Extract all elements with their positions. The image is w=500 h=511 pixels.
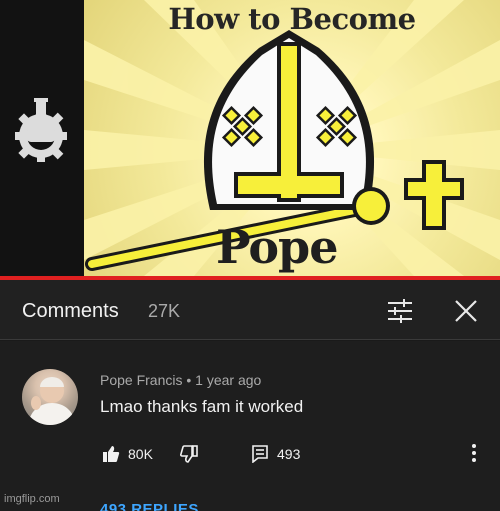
close-icon[interactable] bbox=[452, 297, 480, 325]
sliders-icon[interactable] bbox=[386, 298, 414, 324]
more-vert-icon[interactable] bbox=[466, 441, 482, 465]
watermark: imgflip.com bbox=[4, 493, 60, 505]
like-count: 80K bbox=[128, 446, 153, 462]
video-player[interactable]: How to Become Pope bbox=[0, 0, 500, 280]
reply-icon bbox=[252, 445, 268, 463]
thumbnail-title: How to Become bbox=[168, 2, 416, 36]
comments-title: Comments bbox=[22, 300, 119, 322]
video-thumbnail[interactable]: How to Become Pope bbox=[84, 0, 500, 276]
view-replies-link[interactable]: 493 REPLIES bbox=[100, 501, 199, 511]
comments-count: 27K bbox=[148, 301, 181, 321]
thumbs-down-icon bbox=[180, 445, 198, 463]
comment-meta: Pope Francis • 1 year ago bbox=[100, 372, 261, 388]
comments-header: Comments 27K bbox=[0, 280, 500, 340]
meta-separator: • bbox=[186, 372, 192, 388]
comment-text: Lmao thanks fam it worked bbox=[100, 397, 304, 416]
comment-time: 1 year ago bbox=[195, 372, 262, 388]
avatar-portrait bbox=[28, 377, 76, 425]
reply-button[interactable]: 493 bbox=[251, 443, 300, 465]
comment-item: Pope Francis • 1 year ago Lmao thanks fa… bbox=[0, 341, 500, 511]
like-button[interactable]: 80K bbox=[102, 443, 153, 465]
avatar[interactable] bbox=[22, 369, 78, 425]
gear-flask-icon bbox=[15, 98, 67, 162]
comment-author[interactable]: Pope Francis bbox=[100, 372, 182, 388]
reply-count: 493 bbox=[277, 446, 301, 462]
dislike-button[interactable] bbox=[180, 443, 198, 465]
channel-strip bbox=[0, 0, 84, 276]
thumbnail-word: Pope bbox=[216, 220, 338, 274]
thumbs-up-icon bbox=[103, 446, 120, 462]
